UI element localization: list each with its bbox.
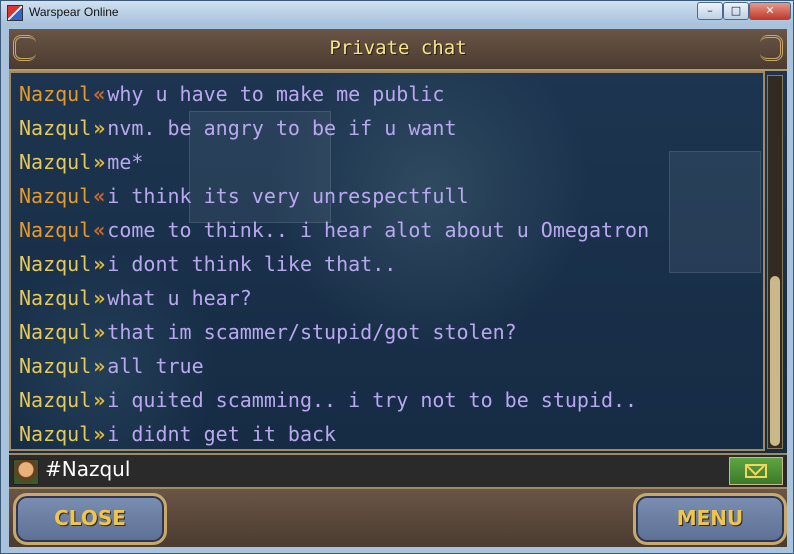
chat-message: Nazqul» i dont think like that..: [19, 247, 759, 281]
outgoing-arrow-icon: »: [93, 252, 106, 276]
message-text: come to think.. i hear alot about u Omeg…: [107, 218, 650, 242]
menu-button-label: MENU: [676, 506, 744, 530]
minimize-button[interactable]: –: [697, 2, 723, 20]
footer-bar: CLOSE MENU: [9, 487, 787, 547]
message-text: nvm. be angry to be if u want: [107, 116, 457, 140]
message-sender[interactable]: Nazqul: [19, 388, 91, 412]
message-text: why u have to make me public: [107, 82, 445, 106]
message-sender[interactable]: Nazqul: [19, 286, 91, 310]
avatar: [13, 459, 39, 485]
message-sender[interactable]: Nazqul: [19, 354, 91, 378]
message-text: i didnt get it back: [107, 422, 337, 446]
chat-area[interactable]: Nazqul «why u have to make me public Nazqu…: [9, 71, 787, 453]
envelope-icon: [745, 464, 767, 478]
game-window: Warspear Online – □ ✕ Private chat Nazqu…: [0, 0, 794, 554]
message-sender[interactable]: Nazqul: [19, 422, 91, 446]
chat-message: Nazqul» nvm. be angry to be if u want: [19, 111, 759, 145]
outgoing-arrow-icon: »: [93, 150, 106, 174]
message-sender[interactable]: Nazqul: [19, 150, 91, 174]
chat-message: Nazqul» what u hear?: [19, 281, 759, 315]
message-sender[interactable]: Nazqul: [19, 320, 91, 344]
chat-message: Nazqul «come to think.. i hear alot about…: [19, 213, 759, 247]
chat-input-bar: #Nazqul: [9, 453, 787, 487]
header-ornament-right: [760, 35, 783, 61]
chat-message: Nazqul «why u have to make me public: [19, 77, 759, 111]
outgoing-arrow-icon: »: [93, 116, 106, 140]
outgoing-arrow-icon: »: [93, 320, 106, 344]
outgoing-arrow-icon: »: [93, 388, 106, 412]
message-list: Nazqul «why u have to make me public Nazqu…: [19, 77, 759, 451]
message-text: what u hear?: [107, 286, 252, 310]
window-titlebar[interactable]: Warspear Online – □ ✕: [1, 1, 793, 25]
chat-message: Nazqul «i think its very unrespectfull: [19, 179, 759, 213]
chat-title: Private chat: [329, 37, 467, 59]
maximize-button[interactable]: □: [723, 2, 749, 20]
menu-button[interactable]: MENU: [633, 493, 787, 545]
chat-message: Nazqul» me*: [19, 145, 759, 179]
incoming-arrow-icon: «: [93, 184, 106, 208]
chat-scroll-thumb[interactable]: [770, 276, 780, 446]
chat-message: Nazqul» all true: [19, 349, 759, 383]
window-title: Warspear Online: [29, 5, 119, 19]
chat-message: Nazqul» that im scammer/stupid/got stolen…: [19, 315, 759, 349]
chat-message: Nazqul» i quited scamming.. i try not to …: [19, 383, 759, 417]
outgoing-arrow-icon: »: [93, 286, 106, 310]
message-text: that im scammer/stupid/got stolen?: [107, 320, 517, 344]
chat-header: Private chat: [9, 29, 787, 71]
app-icon: [7, 5, 23, 21]
message-sender[interactable]: Nazqul: [19, 252, 91, 276]
message-sender[interactable]: Nazqul: [19, 218, 91, 242]
close-window-button[interactable]: ✕: [749, 2, 791, 20]
outgoing-arrow-icon: »: [93, 422, 106, 446]
chat-message: Nazqul» i didnt get it back: [19, 417, 759, 451]
chat-scrollbar[interactable]: [767, 75, 783, 449]
message-sender[interactable]: Nazqul: [19, 184, 91, 208]
message-text: i quited scamming.. i try not to be stup…: [107, 388, 638, 412]
game-viewport: Private chat Nazqul «why u have to make m…: [9, 29, 787, 547]
close-button-label: CLOSE: [54, 506, 126, 530]
send-message-button[interactable]: [729, 457, 783, 485]
message-text: all true: [107, 354, 204, 378]
close-button[interactable]: CLOSE: [13, 493, 167, 545]
incoming-arrow-icon: «: [93, 218, 106, 242]
outgoing-arrow-icon: »: [93, 354, 106, 378]
message-text: me*: [107, 150, 144, 174]
recipient-field[interactable]: #Nazqul: [45, 457, 130, 481]
message-sender[interactable]: Nazqul: [19, 116, 91, 140]
message-text: i think its very unrespectfull: [107, 184, 469, 208]
message-sender[interactable]: Nazqul: [19, 82, 91, 106]
message-text: i dont think like that..: [107, 252, 397, 276]
incoming-arrow-icon: «: [93, 82, 106, 106]
